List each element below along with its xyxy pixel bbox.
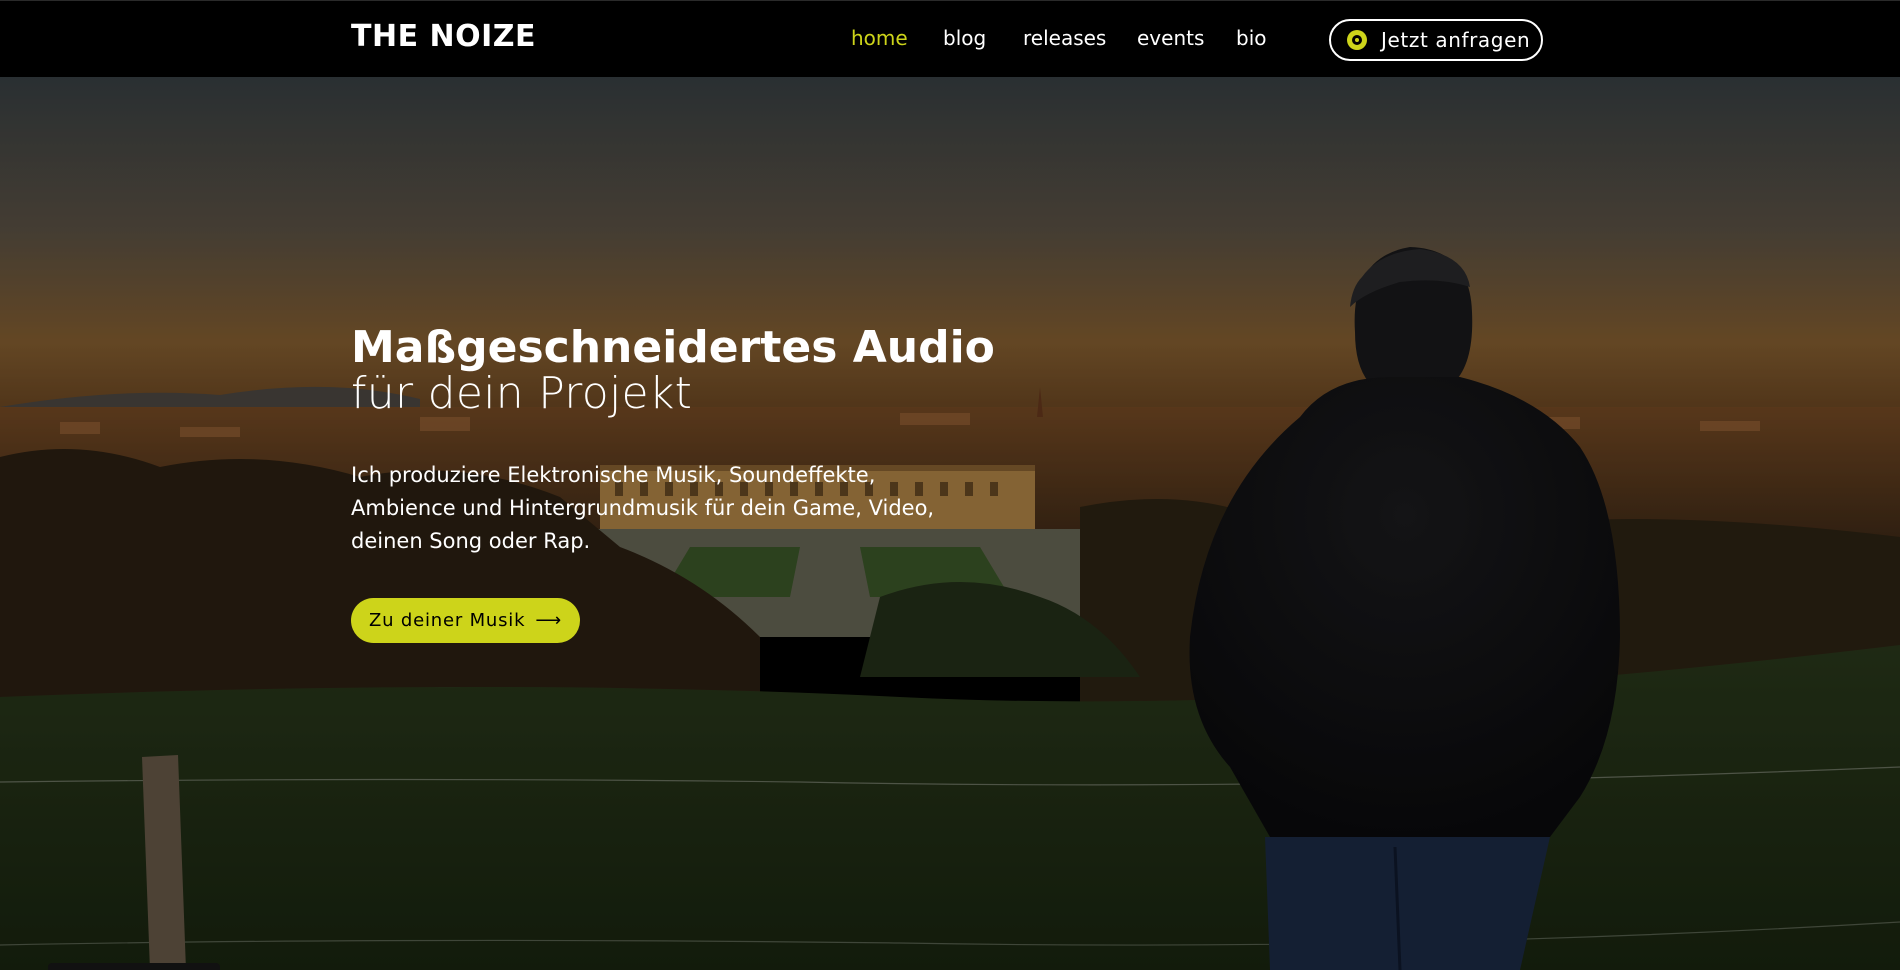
hero-content: Maßgeschneidertes Audio für dein Projekt… <box>351 325 1051 643</box>
hero-subtitle: für dein Projekt <box>351 368 693 419</box>
nav-link-bio[interactable]: bio <box>1236 26 1267 50</box>
page: THE NOIZE home blog releases events bio … <box>0 0 1900 970</box>
record-icon <box>1347 30 1367 50</box>
nav-link-home[interactable]: home <box>851 26 908 50</box>
music-button[interactable]: Zu deiner Musik ⟶ <box>351 598 580 643</box>
nav-link-blog[interactable]: blog <box>943 26 986 50</box>
nav-link-releases[interactable]: releases <box>1023 26 1106 50</box>
request-button-label: Jetzt anfragen <box>1381 28 1531 52</box>
nav-menu: home blog releases events bio <box>0 1 1900 78</box>
hero-title: Maßgeschneidertes Audio <box>351 322 995 373</box>
arrow-right-icon: ⟶ <box>535 609 562 631</box>
request-button[interactable]: Jetzt anfragen <box>1329 19 1543 61</box>
hero-description: Ich produziere Elektronische Musik, Soun… <box>351 463 935 553</box>
nav-link-events[interactable]: events <box>1137 26 1204 50</box>
bottom-tab <box>48 963 220 970</box>
top-navigation: THE NOIZE home blog releases events bio … <box>0 0 1900 77</box>
music-button-label: Zu deiner Musik <box>369 610 526 631</box>
hero-section: Maßgeschneidertes Audio für dein Projekt… <box>0 77 1900 970</box>
